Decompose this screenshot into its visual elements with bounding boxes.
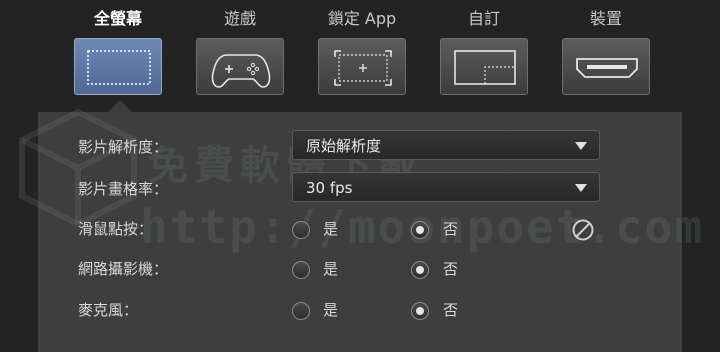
fullscreen-icon: [87, 50, 151, 85]
webcam-label: 網路攝影機：: [78, 260, 169, 278]
tab-fullscreen[interactable]: 全螢幕: [72, 0, 164, 95]
microphone-label: 麥克風：: [78, 301, 139, 319]
chevron-down-icon: [575, 142, 587, 150]
webcam-no-radio[interactable]: [411, 261, 429, 279]
microphone-no-radio[interactable]: [411, 302, 429, 320]
no-symbol-icon[interactable]: [571, 218, 595, 242]
tab-lock-app[interactable]: 鎖定 App: [316, 0, 408, 95]
tab-fullscreen-label: 全螢幕: [93, 9, 142, 28]
webcam-yes-label: 是: [323, 260, 339, 278]
fullscreen-button[interactable]: [74, 38, 162, 95]
tab-custom-label: 自訂: [467, 9, 500, 28]
game-button[interactable]: [196, 38, 284, 95]
active-tab-pointer: [108, 100, 132, 112]
webcam-yes-radio[interactable]: [292, 261, 310, 279]
tab-device[interactable]: 裝置: [560, 0, 652, 95]
device-button[interactable]: [562, 38, 650, 95]
mouse-click-yes-radio[interactable]: [292, 221, 310, 239]
gamepad-icon: [211, 54, 271, 88]
lock-app-button[interactable]: [318, 38, 406, 95]
custom-region-icon: [454, 50, 516, 85]
microphone-yes-label: 是: [323, 301, 339, 319]
tab-game-label: 遊戲: [223, 9, 256, 28]
framerate-value: 30 fps: [306, 179, 353, 197]
microphone-no-label: 否: [443, 301, 459, 319]
tab-game[interactable]: 遊戲: [194, 0, 286, 95]
framerate-select[interactable]: 30 fps: [292, 172, 600, 202]
custom-button[interactable]: [440, 38, 528, 95]
resolution-label: 影片解析度：: [78, 138, 169, 156]
tab-lock-app-label: 鎖定 App: [327, 9, 397, 28]
resolution-select[interactable]: 原始解析度: [292, 130, 600, 160]
resolution-value: 原始解析度: [306, 137, 382, 155]
mouse-click-yes-label: 是: [323, 220, 339, 238]
hdmi-icon: [576, 58, 638, 78]
webcam-no-label: 否: [443, 260, 459, 278]
microphone-yes-radio[interactable]: [292, 302, 310, 320]
lock-app-icon: [334, 50, 392, 86]
tab-custom[interactable]: 自訂: [438, 0, 530, 95]
framerate-label: 影片畫格率：: [78, 180, 169, 198]
capture-mode-tabs: 全螢幕 遊戲 鎖定 App 自訂 裝置: [0, 0, 720, 100]
mouse-click-no-label: 否: [443, 220, 459, 238]
mouse-click-label: 滑鼠點按：: [78, 220, 154, 238]
tab-device-label: 裝置: [589, 9, 622, 28]
mouse-click-no-radio[interactable]: [411, 221, 429, 239]
chevron-down-icon: [575, 184, 587, 192]
